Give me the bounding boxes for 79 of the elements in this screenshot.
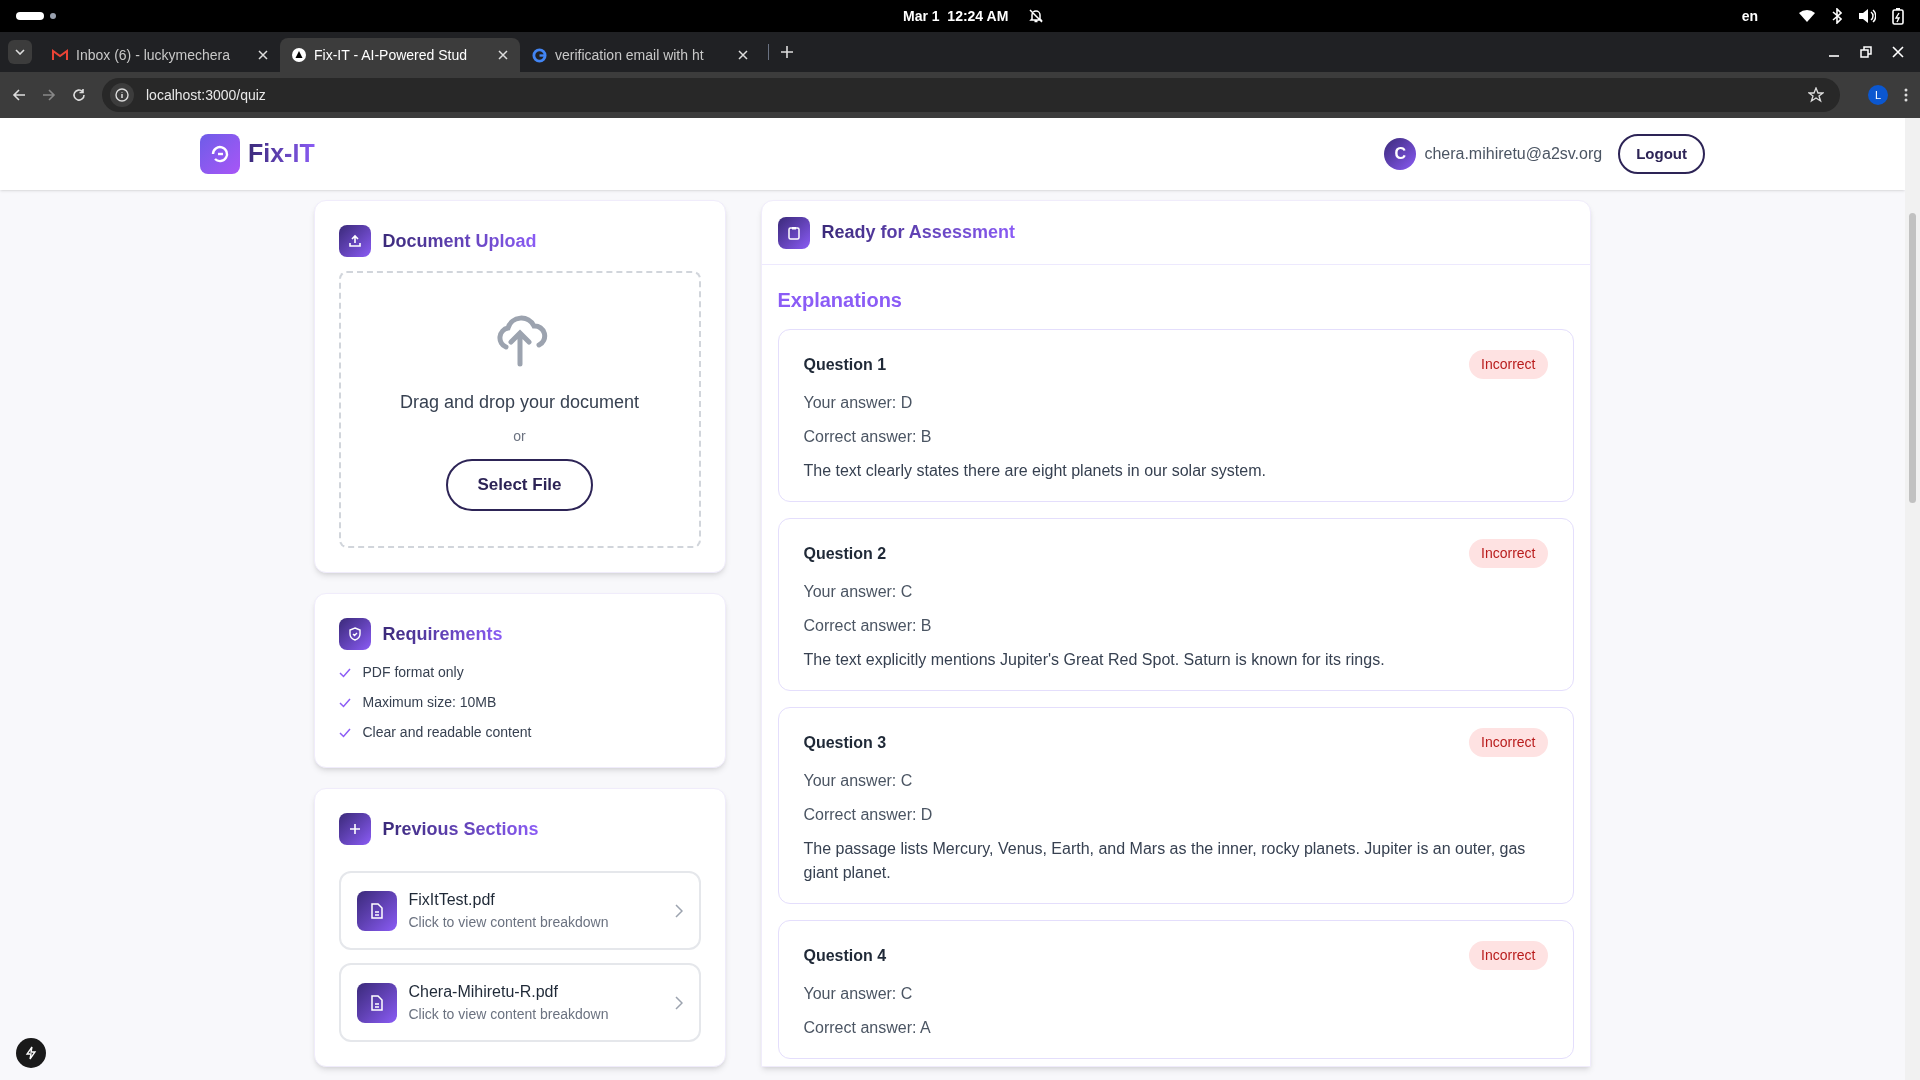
document-icon [356, 890, 397, 931]
document-hint: Click to view content breakdown [408, 1005, 610, 1024]
logo-icon[interactable] [200, 134, 240, 174]
section-heading: Explanations [777, 288, 903, 313]
select-file-button[interactable]: Select File [446, 459, 593, 511]
reload-icon[interactable] [72, 88, 86, 102]
check-icon [338, 727, 351, 738]
back-icon[interactable] [12, 88, 26, 102]
user-avatar: C [1384, 138, 1417, 170]
new-tab-icon[interactable] [781, 46, 793, 58]
question-title: Question 3 [803, 732, 887, 753]
browser-tab[interactable]: verification email with ht [520, 38, 760, 72]
bell-off-icon [1028, 8, 1045, 24]
document-item[interactable]: FixItTest.pdf Click to view content breakdown [338, 871, 701, 950]
requirement-text: Maximum size: 10MB [362, 693, 497, 712]
status-badge: Incorrect [1469, 539, 1548, 568]
explanation-text: The passage lists Mercury, Venus, Earth, and Mars as the inner, rocky planets. Jupiter is an outer, gas giant planet. [803, 839, 1527, 883]
document-name: Chera-Mihiretu-R.pdf [408, 982, 559, 1002]
plus-icon [338, 813, 371, 845]
bluetooth-icon[interactable] [1832, 8, 1842, 24]
drop-prompt: Drag and drop your document [399, 391, 640, 414]
clock[interactable]: Mar 1 12:24 AM [903, 5, 1009, 27]
menu-icon[interactable] [1904, 87, 1908, 103]
explanation-text: The text clearly states there are eight planets in our solar system. [803, 461, 1267, 481]
tab-list-button[interactable] [8, 40, 32, 64]
your-answer: Your answer: C [803, 984, 914, 1004]
document-icon [356, 982, 397, 1023]
profile-avatar[interactable]: L [1868, 85, 1888, 105]
explanation-text: The text explicitly mentions Jupiter's Great Red Spot. Saturn is known for its rings. [803, 650, 1386, 670]
restore-icon[interactable] [1860, 46, 1872, 58]
or-text: or [513, 427, 526, 446]
close-icon[interactable] [738, 50, 748, 60]
correct-answer: Correct answer: B [803, 616, 933, 636]
bolt-icon [25, 1046, 37, 1060]
forward-icon[interactable] [42, 88, 56, 102]
document-hint: Click to view content breakdown [408, 913, 610, 932]
check-icon [338, 697, 351, 708]
logout-button[interactable]: Logout [1618, 134, 1705, 174]
question-title: Question 1 [803, 354, 887, 375]
question-title: Question 2 [803, 543, 887, 564]
activities-indicator[interactable] [16, 12, 44, 20]
requirement-text: PDF format only [362, 663, 464, 682]
star-icon[interactable] [1808, 87, 1824, 103]
correct-answer: Correct answer: D [803, 805, 934, 825]
close-icon[interactable] [258, 50, 268, 60]
mail-icon [52, 49, 68, 61]
volume-icon[interactable] [1858, 8, 1876, 24]
document-item[interactable]: Chera-Mihiretu-R.pdf Click to view content breakdown [338, 963, 701, 1042]
bolt-button[interactable] [16, 1038, 46, 1068]
address-bar[interactable]: localhost:3000/quiz [102, 78, 1840, 112]
chevron-right-icon [674, 903, 683, 918]
correct-answer: Correct answer: B [803, 427, 933, 447]
browser-tab[interactable]: Fix-IT - AI-Powered Stud [280, 38, 520, 72]
correct-answer: Correct answer: A [803, 1018, 932, 1038]
clipboard-icon [777, 216, 810, 249]
drop-zone[interactable]: Drag and drop your document or Select File [338, 271, 701, 548]
upload-icon [338, 225, 371, 257]
scrollbar[interactable] [1905, 118, 1920, 1080]
browser-tab[interactable]: Inbox (6) - luckymechera [40, 38, 280, 72]
status-badge: Incorrect [1469, 941, 1548, 970]
your-answer: Your answer: D [803, 393, 914, 413]
your-answer: Your answer: C [803, 582, 914, 602]
shield-icon [338, 618, 371, 650]
info-icon[interactable] [115, 88, 129, 102]
document-name: FixItTest.pdf [408, 890, 496, 910]
your-answer: Your answer: C [803, 771, 914, 791]
battery-icon[interactable] [1892, 7, 1904, 25]
requirement-text: Clear and readable content [362, 723, 532, 742]
check-icon [338, 667, 351, 678]
status-badge: Incorrect [1469, 728, 1548, 757]
chevron-right-icon [674, 995, 683, 1010]
question-title: Question 4 [803, 945, 887, 966]
close-icon[interactable] [498, 50, 508, 60]
chevron-down-icon [15, 49, 25, 55]
user-email: chera.mihiretu@a2sv.org [1424, 144, 1603, 164]
google-icon [532, 47, 547, 63]
status-badge: Incorrect [1469, 350, 1548, 379]
wifi-icon[interactable] [1798, 9, 1816, 23]
language-indicator[interactable]: en [1741, 5, 1758, 27]
